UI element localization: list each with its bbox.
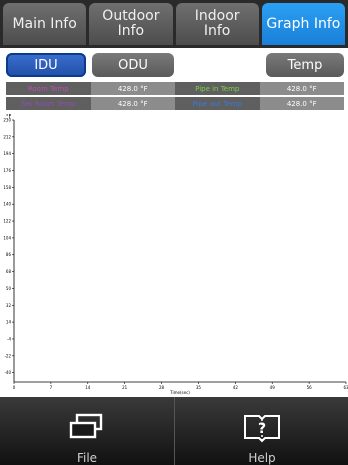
help-button[interactable]: ? Help — [174, 397, 348, 465]
x-tick-label: 14 — [85, 385, 91, 390]
help-book-icon: ? — [244, 415, 280, 443]
y-tick-label: -40 — [4, 370, 11, 375]
legend-room-temp-value: 428.0 °F — [90, 82, 175, 95]
y-tick-label: 122 — [3, 219, 11, 224]
legend-set-room-temp-value: 428.0 °F — [90, 97, 175, 110]
x-tick-label: 7 — [50, 385, 53, 390]
x-tick-label: 0 — [13, 385, 16, 390]
graph-legend: Room Temp 428.0 °F Pipe in Temp 428.0 °F… — [6, 82, 344, 112]
idu-button[interactable]: IDU — [6, 53, 86, 77]
tab-bar: Main Info Outdoor Info Indoor Info Graph… — [0, 0, 348, 48]
y-tick-label: 50 — [6, 286, 12, 291]
temp-button[interactable]: Temp — [266, 53, 344, 77]
y-tick-label: 140 — [3, 202, 11, 207]
legend-row: Room Temp 428.0 °F Pipe in Temp 428.0 °F — [6, 82, 344, 95]
y-tick-label: 32 — [6, 303, 12, 308]
file-button[interactable]: File — [0, 397, 174, 465]
bottom-toolbar: File ? Help — [0, 397, 348, 465]
x-tick-label: 56 — [307, 385, 313, 390]
x-tick-label: 42 — [233, 385, 239, 390]
y-tick-label: 194 — [3, 151, 11, 156]
y-tick-label: -22 — [4, 353, 11, 358]
y-tick-label: 230 — [3, 118, 11, 123]
tab-indoor-info[interactable]: Indoor Info — [175, 3, 259, 45]
legend-row: Set Room Temp 428.0 °F Pipe out Temp 428… — [6, 97, 344, 110]
help-label: Help — [248, 451, 276, 465]
svg-text:?: ? — [258, 421, 266, 437]
y-tick-label: 176 — [3, 168, 11, 173]
legend-pipe-in-temp-value: 428.0 °F — [259, 82, 344, 95]
unit-selector-bar: IDU ODU Temp — [0, 48, 348, 82]
x-tick-label: 49 — [270, 385, 276, 390]
temperature-graph: °F 2302121941761581401221048668503214-4-… — [3, 114, 348, 395]
y-tick-label: 14 — [6, 320, 12, 325]
odu-button[interactable]: ODU — [92, 53, 174, 77]
y-tick-label: -4 — [7, 336, 11, 341]
y-tick-label: 104 — [3, 235, 11, 240]
tab-graph-info[interactable]: Graph Info — [261, 3, 345, 45]
x-tick-label: 21 — [122, 385, 128, 390]
legend-pipe-in-temp-label: Pipe in Temp — [175, 82, 260, 95]
tab-main-info[interactable]: Main Info — [3, 3, 87, 45]
legend-room-temp-label: Room Temp — [6, 82, 91, 95]
file-icon — [69, 413, 103, 439]
legend-pipe-out-temp-label: Pipe out Temp — [175, 97, 260, 110]
y-tick-label: 86 — [6, 252, 12, 257]
legend-pipe-out-temp-value: 428.0 °F — [259, 97, 344, 110]
x-axis-label: Time(sec) — [169, 390, 190, 395]
file-label: File — [76, 451, 98, 465]
y-tick-label: 212 — [3, 134, 11, 139]
x-tick-label: 35 — [196, 385, 202, 390]
x-tick-label: 63 — [343, 385, 348, 390]
y-tick-label: 68 — [6, 269, 12, 274]
x-tick-label: 28 — [159, 385, 165, 390]
y-tick-label: 158 — [3, 185, 11, 190]
legend-set-room-temp-label: Set Room Temp — [6, 97, 91, 110]
tab-outdoor-info[interactable]: Outdoor Info — [89, 3, 173, 45]
